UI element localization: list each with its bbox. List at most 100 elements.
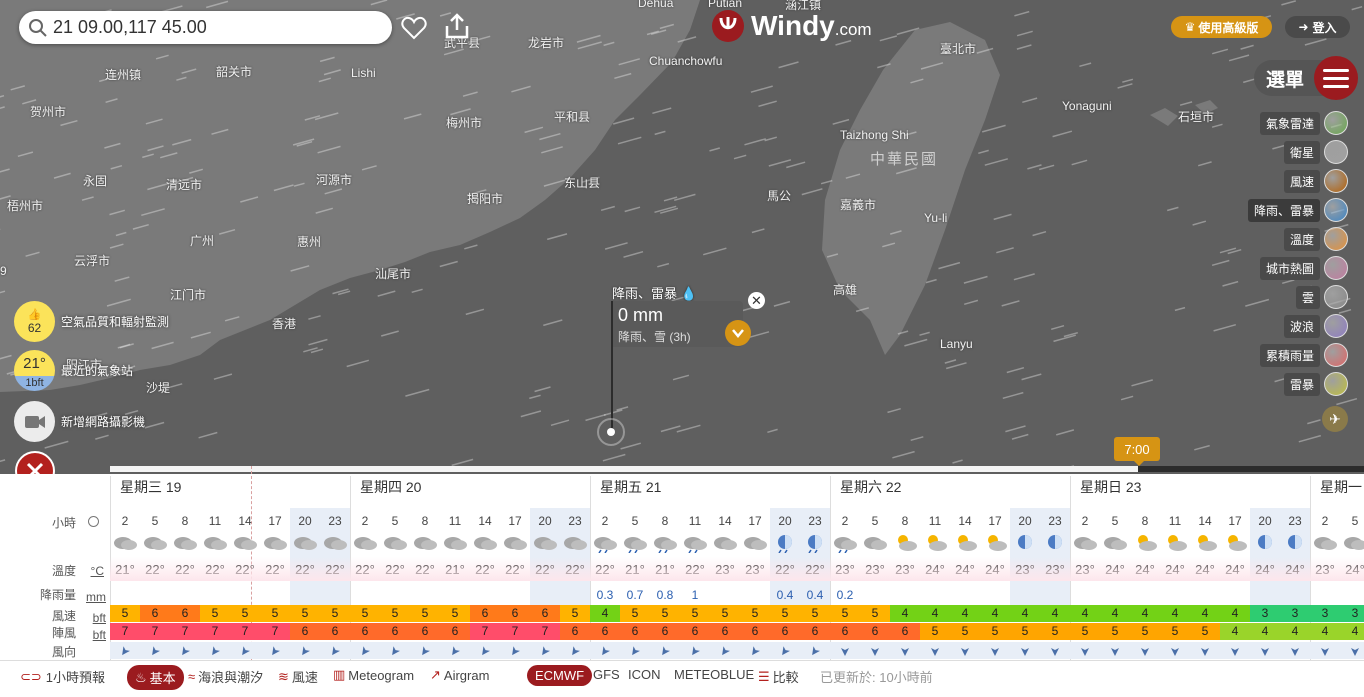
layer-item[interactable]: 降雨、雷暴	[1247, 198, 1348, 222]
popup-expand-button[interactable]	[725, 320, 751, 346]
rain-cell: 1	[691, 588, 699, 602]
weather-icon	[621, 531, 649, 558]
compare-button[interactable]: ☰ 比較	[758, 667, 799, 686]
airgram-tab[interactable]: ↗ Airgram	[430, 667, 489, 683]
meteoblue-model[interactable]: METEOBLUE	[674, 667, 754, 682]
weather-icon	[1011, 531, 1039, 558]
premium-label: 使用高級版	[1198, 20, 1259, 35]
layer-item[interactable]: 波浪	[1283, 314, 1348, 338]
day-header: 星期六 22	[840, 479, 902, 495]
location-pin[interactable]	[597, 418, 625, 446]
layer-item[interactable]: 雲	[1295, 285, 1348, 309]
weather-icon	[501, 531, 529, 558]
city-label: Taizhong Shi	[840, 128, 909, 142]
map[interactable]: Dehua Putian 涵江镇 武平县 龙岩市 连州镇 韶关市 Lishi Chuanchow…	[0, 0, 1364, 474]
hour-cell: 14	[1198, 514, 1212, 528]
hour-cell: 23	[568, 514, 582, 528]
gust-cell: 7	[260, 623, 290, 640]
city-label: 平和县	[554, 110, 591, 124]
temp-cell: 23°	[1045, 562, 1065, 577]
timeline-bar[interactable]	[110, 466, 1364, 472]
login-label: 登入	[1312, 20, 1337, 35]
popup-value: 0 mm	[618, 305, 663, 325]
meteogram-tab[interactable]: ▥ Meteogram	[333, 667, 414, 683]
search-input[interactable]	[53, 17, 383, 38]
premium-button[interactable]: ♛ 使用高級版	[1171, 16, 1272, 38]
city-label: 臺北市	[940, 42, 977, 56]
aq-value: 62	[27, 321, 42, 335]
layer-item[interactable]: 衛星	[1283, 140, 1348, 164]
gust-cell: 5	[1040, 623, 1070, 640]
weather-icon	[1131, 531, 1159, 558]
compare-icon: ☰	[758, 668, 770, 684]
gust-cell: 7	[500, 623, 530, 640]
layer-item[interactable]: 溫度	[1283, 227, 1348, 251]
wind-cell: 5	[620, 605, 650, 622]
popup-close-button[interactable]: ✕	[748, 292, 765, 309]
temp-cell: 24°	[1225, 562, 1245, 577]
wind-cell: 5	[350, 605, 380, 622]
windy-logo[interactable]: Windy .com	[711, 9, 872, 43]
meteogram-icon: ▥	[333, 667, 346, 682]
gfs-model[interactable]: GFS	[593, 667, 620, 682]
wind-direction-icon	[410, 642, 440, 659]
airgram-label: Airgram	[443, 667, 490, 683]
hour-cell: 5	[1111, 514, 1119, 528]
temp-cell: 24°	[1165, 562, 1185, 577]
hour-cell: 11	[688, 514, 702, 528]
temp-cell: 22°	[415, 562, 435, 577]
temp-cell: 24°	[925, 562, 945, 577]
waves-label: 海浪與潮汐	[198, 670, 264, 685]
popup-title-text: 降雨、雷暴	[612, 286, 678, 301]
row-label-dir: 風向	[51, 645, 76, 659]
webcam-widget[interactable]: 新增網路攝影機	[14, 401, 145, 442]
hour-cell: 2	[841, 514, 849, 528]
share-icon[interactable]	[443, 12, 471, 40]
gust-cell: 7	[530, 623, 560, 640]
weather-station-widget[interactable]: 21° 1bft 最近的氣象站	[14, 350, 133, 391]
wind-direction-icon	[620, 642, 650, 659]
temp-cell: 24°	[1255, 562, 1275, 577]
air-quality-widget[interactable]: 👍 62 空氣品質和輻射監測	[14, 301, 169, 342]
search-bar[interactable]	[19, 11, 392, 44]
airport-icon[interactable]: ✈	[1322, 406, 1348, 432]
temp-cell: 22°	[805, 562, 825, 577]
hamburger-icon[interactable]	[1314, 56, 1358, 100]
weather-icon	[1191, 531, 1219, 558]
ecmwf-model[interactable]: ECMWF	[527, 665, 593, 686]
wind-tab[interactable]: ≋ 風速	[278, 667, 318, 686]
hour-cell: 20	[1018, 514, 1032, 528]
favorite-icon[interactable]	[400, 14, 428, 42]
row-label-rain: 降雨量	[39, 588, 76, 602]
temp-cell: 24°	[1285, 562, 1305, 577]
hourly-toggle[interactable]: ⊂⊃ 1小時預報	[20, 667, 105, 686]
wind-direction-icon	[290, 642, 320, 659]
layer-item[interactable]: 風速	[1283, 169, 1348, 193]
waves-tab[interactable]: ≈ 海浪與潮汐	[188, 667, 263, 686]
basic-tab[interactable]: ♨ 基本	[127, 665, 184, 690]
city-label: Lanyu	[940, 337, 973, 351]
hour-cell: 2	[601, 514, 609, 528]
gust-cell: 5	[920, 623, 950, 640]
gust-cell: 4	[1280, 623, 1310, 640]
city-label: Yonaguni	[1062, 99, 1112, 113]
timeline-handle[interactable]: 7:00	[1114, 437, 1160, 466]
layer-item[interactable]: 城市熱圖	[1259, 256, 1348, 280]
gust-cell: 5	[1130, 623, 1160, 640]
login-button[interactable]: ➜ 登入	[1285, 16, 1350, 38]
hour-cell: 20	[538, 514, 552, 528]
icon-model[interactable]: ICON	[628, 667, 661, 682]
wind-cell: 4	[890, 605, 920, 622]
weather-icon	[651, 531, 679, 558]
weather-icon	[591, 531, 619, 558]
layer-item[interactable]: 氣象雷達	[1259, 111, 1348, 135]
layer-item[interactable]: 累積雨量	[1259, 343, 1348, 367]
menu-button[interactable]: 選單	[1254, 56, 1358, 100]
basic-label: 基本	[149, 671, 176, 686]
layer-item[interactable]: 雷暴	[1283, 372, 1348, 396]
popup-pin-line	[611, 301, 613, 429]
temp-cell: 24°	[985, 562, 1005, 577]
hour-cell: 11	[448, 514, 462, 528]
gust-cell: 6	[350, 623, 380, 640]
wind-cell: 4	[950, 605, 980, 622]
